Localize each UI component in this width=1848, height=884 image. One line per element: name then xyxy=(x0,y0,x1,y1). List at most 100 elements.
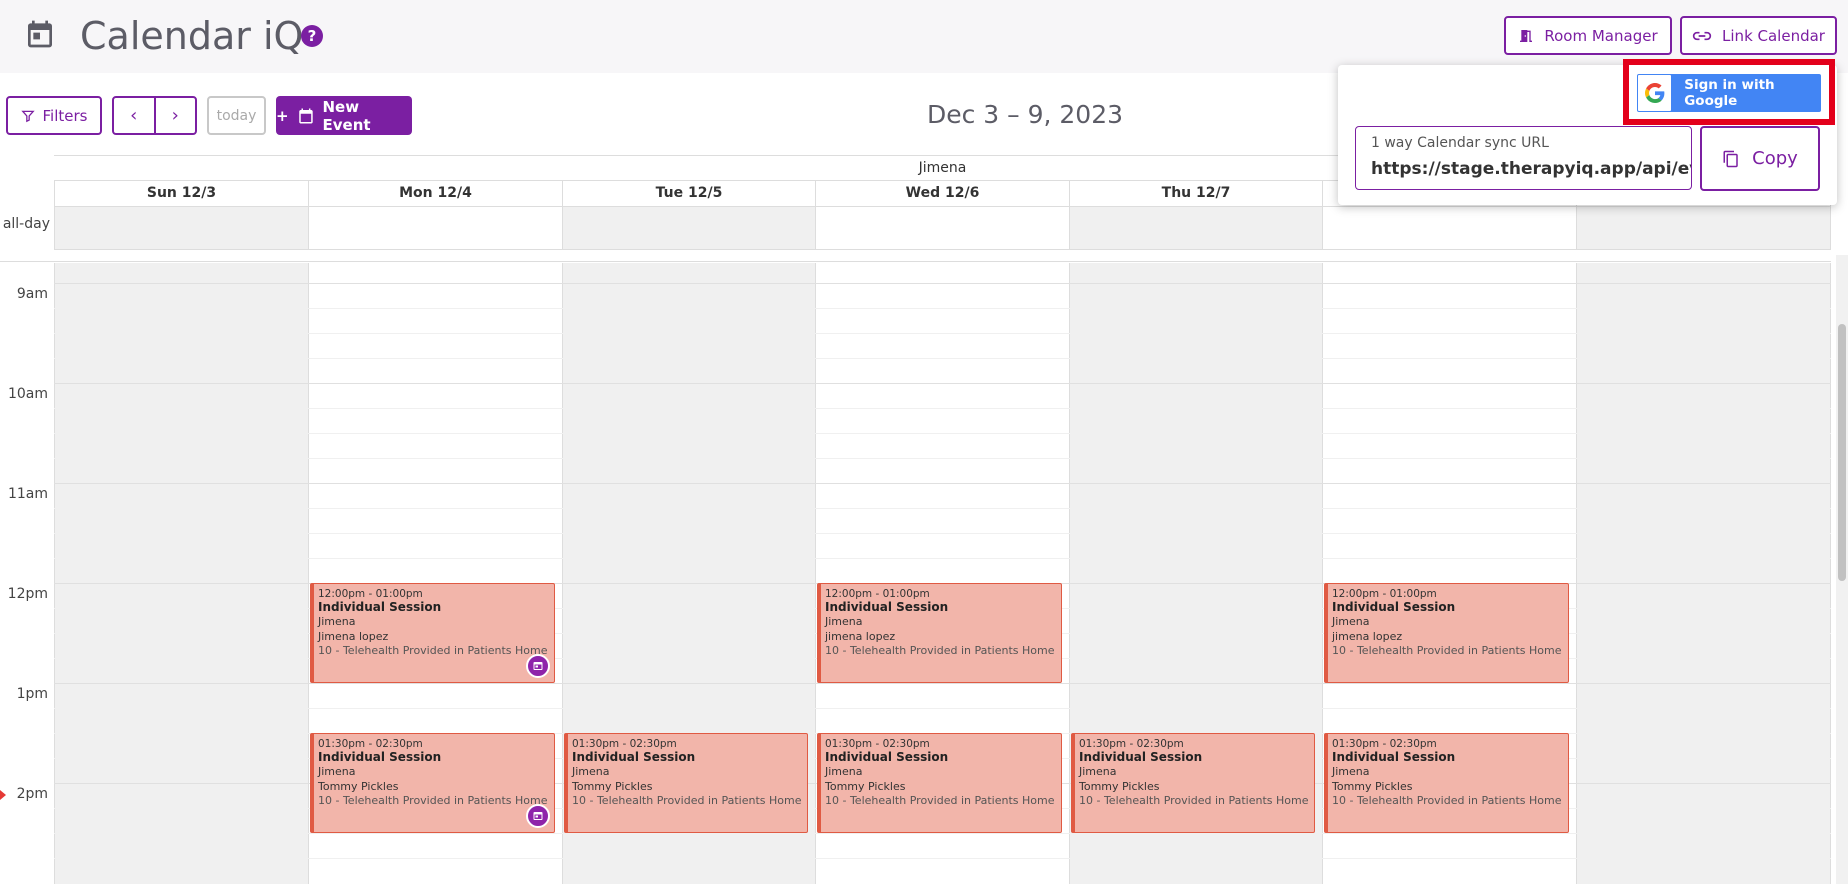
room-manager-label: Room Manager xyxy=(1544,26,1658,45)
slot-line xyxy=(54,433,1831,434)
allday-cell[interactable] xyxy=(308,207,562,250)
filters-button[interactable]: Filters xyxy=(6,96,102,135)
event-title: Individual Session xyxy=(1332,600,1456,614)
day-header-thu: Thu 12/7 xyxy=(1069,181,1322,207)
time-label: 9am xyxy=(16,286,48,302)
allday-cell[interactable] xyxy=(1322,207,1576,250)
event-card[interactable]: 01:30pm - 02:30pm Individual Session Jim… xyxy=(564,733,808,833)
new-event-button[interactable]: + New Event xyxy=(276,96,412,135)
event-client: Tommy Pickles xyxy=(318,780,399,793)
event-location: 10 - Telehealth Provided in Patients Hom… xyxy=(318,794,548,807)
event-title: Individual Session xyxy=(825,600,949,614)
event-time: 01:30pm - 02:30pm xyxy=(572,738,677,750)
time-label: 10am xyxy=(7,386,48,402)
early-slot-row xyxy=(54,263,1831,283)
event-time: 01:30pm - 02:30pm xyxy=(318,738,423,750)
event-card[interactable]: 01:30pm - 02:30pm Individual Session Jim… xyxy=(310,733,555,833)
slot-line xyxy=(54,858,1831,859)
day-column[interactable] xyxy=(1576,263,1831,884)
slot-line xyxy=(54,458,1831,459)
event-location: 10 - Telehealth Provided in Patients Hom… xyxy=(572,794,802,807)
event-title: Individual Session xyxy=(1332,750,1456,764)
plus-icon: + xyxy=(276,106,289,125)
allday-cell[interactable] xyxy=(1069,207,1322,250)
allday-cell[interactable] xyxy=(1576,207,1831,250)
slot-line xyxy=(54,333,1831,334)
copy-label: Copy xyxy=(1752,148,1798,169)
event-client: Tommy Pickles xyxy=(825,780,906,793)
slot-line xyxy=(54,408,1831,409)
prev-week-button[interactable]: ‹ xyxy=(114,98,154,133)
day-header-mon: Mon 12/4 xyxy=(308,181,562,207)
event-card[interactable]: 12:00pm - 01:00pm Individual Session Jim… xyxy=(310,583,555,683)
slot-line xyxy=(54,533,1831,534)
time-label: 12pm xyxy=(7,586,48,602)
sync-url-field[interactable]: 1 way Calendar sync URL https://stage.th… xyxy=(1355,126,1692,190)
time-label: 11am xyxy=(7,486,48,502)
event-location: 10 - Telehealth Provided in Patients Hom… xyxy=(318,644,548,657)
allday-cell[interactable] xyxy=(562,207,815,250)
room-manager-button[interactable]: Room Manager xyxy=(1504,16,1672,55)
event-client: jimena lopez xyxy=(1332,630,1403,643)
event-provider: Jimena xyxy=(318,765,356,778)
event-card[interactable]: 12:00pm - 01:00pm Individual Session Jim… xyxy=(1324,583,1569,683)
page-title: Calendar iQ xyxy=(80,14,304,58)
date-nav: ‹ › xyxy=(112,96,197,135)
link-icon xyxy=(1692,31,1712,40)
event-time: 01:30pm - 02:30pm xyxy=(825,738,930,750)
event-time: 12:00pm - 01:00pm xyxy=(1332,588,1437,600)
calendar-add-icon xyxy=(298,108,313,123)
day-header-sun: Sun 12/3 xyxy=(54,181,308,207)
allday-cell[interactable] xyxy=(815,207,1069,250)
event-provider: Jimena xyxy=(572,765,610,778)
slot-line xyxy=(54,708,1831,709)
chevron-left-icon: ‹ xyxy=(130,105,138,126)
help-icon[interactable]: ? xyxy=(301,25,323,47)
slot-line xyxy=(54,358,1831,359)
now-indicator xyxy=(0,790,6,800)
event-title: Individual Session xyxy=(318,600,442,614)
door-icon xyxy=(1520,29,1533,42)
link-calendar-label: Link Calendar xyxy=(1722,26,1825,45)
hour-line xyxy=(54,383,1831,384)
event-title: Individual Session xyxy=(572,750,696,764)
event-card[interactable]: 01:30pm - 02:30pm Individual Session Jim… xyxy=(1071,733,1315,833)
sync-url-label: 1 way Calendar sync URL xyxy=(1371,135,1549,151)
filters-label: Filters xyxy=(42,106,88,125)
today-button[interactable]: today xyxy=(207,96,266,135)
calendar-scrollbar[interactable] xyxy=(1836,255,1848,884)
event-location: 10 - Telehealth Provided in Patients Hom… xyxy=(1079,794,1309,807)
allday-cell[interactable] xyxy=(54,207,308,250)
time-label: 2pm xyxy=(16,786,48,802)
day-header-tue: Tue 12/5 xyxy=(562,181,815,207)
sync-url-value[interactable]: https://stage.therapyiq.app/api/events xyxy=(1371,159,1691,179)
day-column[interactable] xyxy=(54,263,308,884)
event-provider: Jimena xyxy=(825,765,863,778)
slot-line xyxy=(54,508,1831,509)
copy-icon xyxy=(1723,150,1738,167)
event-card[interactable]: 01:30pm - 02:30pm Individual Session Jim… xyxy=(817,733,1062,833)
telehealth-badge-icon[interactable] xyxy=(526,654,550,678)
event-client: jimena lopez xyxy=(825,630,896,643)
telehealth-badge-icon[interactable] xyxy=(526,804,550,828)
calendar-grid: Jimena Sun 12/3 Mon 12/4 Tue 12/5 Wed 12… xyxy=(0,155,1848,884)
event-client: Tommy Pickles xyxy=(572,780,653,793)
event-provider: Jimena xyxy=(1079,765,1117,778)
link-calendar-button[interactable]: Link Calendar xyxy=(1680,16,1837,55)
event-time: 12:00pm - 01:00pm xyxy=(825,588,930,600)
event-time: 01:30pm - 02:30pm xyxy=(1079,738,1184,750)
copy-button[interactable]: Copy xyxy=(1700,126,1820,191)
scrollbar-thumb[interactable] xyxy=(1838,324,1846,581)
event-time: 01:30pm - 02:30pm xyxy=(1332,738,1437,750)
chevron-right-icon: › xyxy=(171,105,179,126)
hour-line xyxy=(54,683,1831,684)
filter-icon xyxy=(20,110,35,122)
allday-divider xyxy=(0,250,1831,262)
event-card[interactable]: 12:00pm - 01:00pm Individual Session Jim… xyxy=(817,583,1062,683)
day-header-wed: Wed 12/6 xyxy=(815,181,1069,207)
google-sign-in-button[interactable]: Sign in with Google xyxy=(1637,74,1821,112)
event-title: Individual Session xyxy=(318,750,442,764)
event-client: Tommy Pickles xyxy=(1079,780,1160,793)
next-week-button[interactable]: › xyxy=(153,98,196,133)
event-card[interactable]: 01:30pm - 02:30pm Individual Session Jim… xyxy=(1324,733,1569,833)
